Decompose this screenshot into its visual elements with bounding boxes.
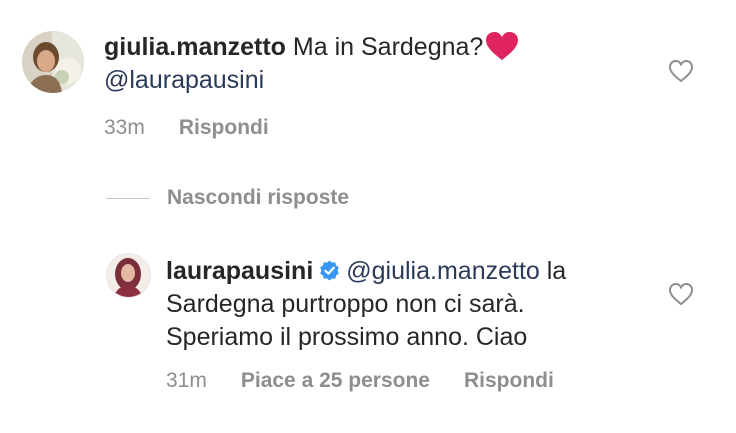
verified-badge-icon [320, 260, 340, 281]
avatar-giulia[interactable] [22, 31, 84, 93]
reply-likes-button[interactable]: Piace a 25 persone [241, 369, 430, 393]
reply-reply-button[interactable]: Rispondi [464, 369, 554, 393]
reply-text-line2: Sardegna purtroppo non ci sarà. [166, 290, 525, 318]
reply-body: laurapausini @giulia.manzetto la Sardegna… [166, 255, 656, 354]
avatar-laurapausini[interactable] [106, 253, 151, 298]
comment-text: Ma in Sardegna? [292, 33, 484, 61]
avatar-photo [22, 31, 84, 93]
comment-mention[interactable]: @laurapausini [104, 66, 264, 94]
reply-text-line3: Speriamo il prossimo anno. Ciao [166, 323, 528, 351]
comment-meta: 33m Rispondi [104, 116, 303, 140]
avatar-photo [107, 254, 150, 297]
comment-username[interactable]: giulia.manzetto [104, 33, 286, 61]
hide-replies-label: Nascondi risposte [167, 186, 350, 209]
reply-like-heart-icon[interactable] [668, 282, 694, 306]
reply-text-line1: la [539, 257, 567, 285]
comment-time: 33m [104, 116, 145, 139]
reply-mention[interactable]: @giulia.manzetto [346, 257, 540, 285]
comment-reply-button[interactable]: Rispondi [179, 116, 269, 140]
reply-meta: 31m Piace a 25 persone Rispondi [166, 369, 588, 393]
reply-username[interactable]: laurapausini [166, 257, 313, 285]
hide-replies-button[interactable]: Nascondi risposte [106, 186, 349, 210]
red-heart-emoji-icon [486, 32, 519, 60]
like-heart-icon[interactable] [668, 59, 694, 83]
divider-line [106, 197, 150, 199]
comment-body: giulia.manzetto Ma in Sardegna? @laurapa… [104, 31, 644, 97]
reply-time: 31m [166, 369, 207, 392]
